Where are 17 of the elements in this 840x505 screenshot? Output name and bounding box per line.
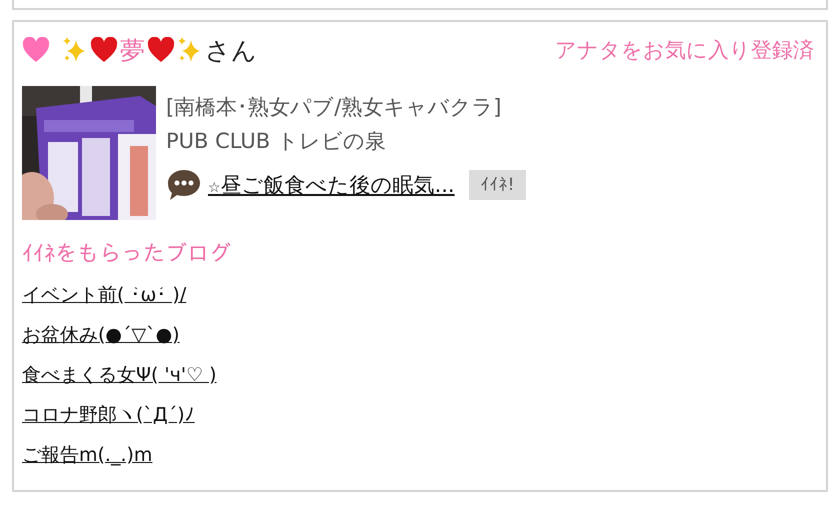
shop-category: [南橋本･熟女パブ/熟女キャバクラ] [166, 94, 502, 121]
blog-post-link[interactable]: ☆昼ご飯食べた後の眠気... [208, 171, 455, 199]
liked-blogs-heading: ｲｲﾈをもらったブログ [22, 242, 232, 267]
user-name: 夢 [120, 34, 145, 66]
heart-icon [22, 37, 50, 63]
speech-bubble-icon [166, 168, 202, 202]
favorite-status: アナタをお気に入り登録済 [555, 37, 814, 64]
shop-name: PUB CLUB トレビの泉 [166, 128, 387, 155]
blog-link[interactable]: イベント前( ･̀ω･́ )/ [22, 275, 186, 315]
heart-icon [90, 37, 118, 63]
user-name: さん [205, 34, 257, 66]
heart-icon [147, 37, 175, 63]
blog-link[interactable]: 食べまくる女Ψ( 'ч'♡ ) [22, 355, 217, 395]
blog-link[interactable]: お盆休み(●´▽`●) [22, 315, 180, 355]
blog-link[interactable]: ご報告m(._.)m [22, 435, 152, 475]
like-button[interactable]: ｲｲﾈ! [468, 170, 526, 200]
blog-link[interactable]: コロナ野郎ヽ(`Д´)ﾉ [22, 395, 195, 435]
